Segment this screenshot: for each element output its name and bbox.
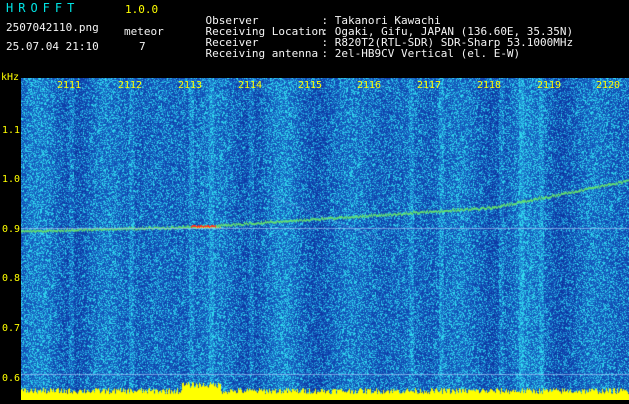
x-tick: 2113 — [178, 80, 203, 91]
info-row-observer: Observer: Takanori Kawachi — [205, 14, 441, 27]
y-axis-unit: kHz — [1, 72, 20, 83]
meteor-label: meteor — [124, 25, 164, 38]
x-tick: 2119 — [537, 80, 562, 91]
y-tick: 0.7 — [1, 323, 20, 334]
info-key: Receiving antenna — [205, 47, 319, 60]
app-title: HROFFT — [6, 1, 80, 15]
y-tick: 0.9 — [1, 224, 20, 235]
date-time: 25.07.04 21:10 — [6, 40, 99, 53]
info-value: 2el-HB9CV Vertical (el. E-W) — [334, 47, 521, 60]
y-tick: 1.1 — [1, 125, 20, 136]
y-tick: 0.6 — [1, 373, 20, 384]
x-tick: 2118 — [477, 80, 502, 91]
x-tick: 2111 — [57, 80, 82, 91]
y-tick: 1.0 — [1, 174, 20, 185]
x-tick: 2117 — [417, 80, 442, 91]
x-tick: 2116 — [357, 80, 382, 91]
x-tick: 2120 — [596, 80, 621, 91]
meteor-count: 7 — [139, 40, 146, 53]
x-tick: 2114 — [238, 80, 263, 91]
x-tick: 2115 — [298, 80, 323, 91]
app-version: 1.0.0 — [125, 3, 159, 16]
x-tick: 2112 — [118, 80, 143, 91]
spectrogram — [21, 78, 629, 400]
y-tick: 0.8 — [1, 273, 20, 284]
file-name: 2507042110.png — [6, 21, 99, 34]
spectrogram-canvas — [21, 78, 629, 400]
station-info: Observer: Takanori Kawachi Receiving Loc… — [179, 4, 574, 59]
